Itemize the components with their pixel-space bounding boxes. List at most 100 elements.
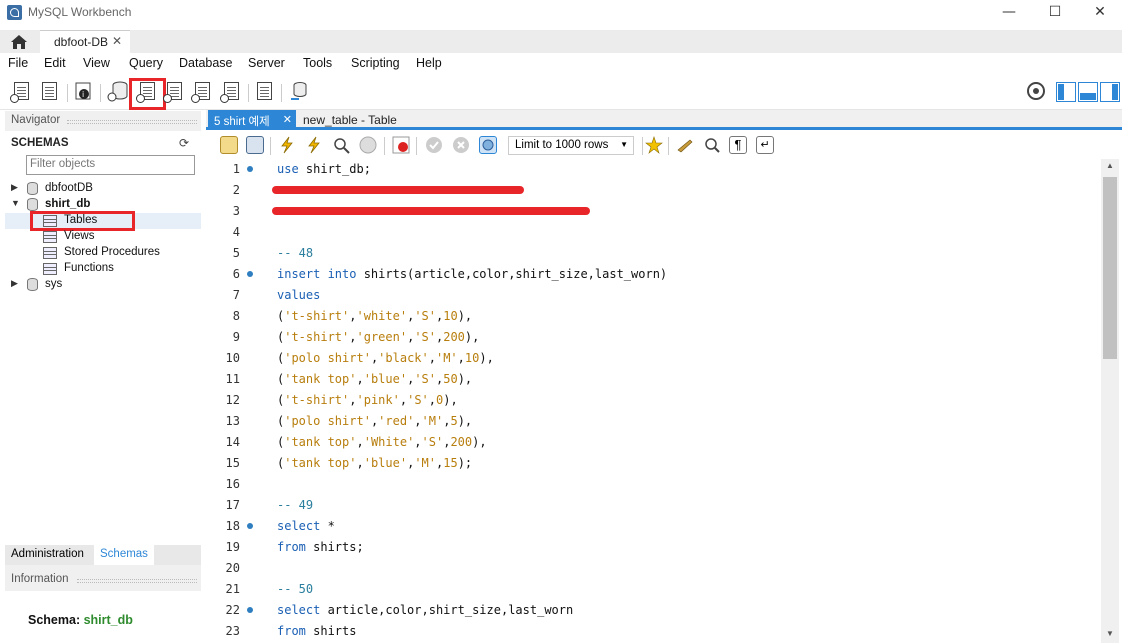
schema-label: dbfootDB xyxy=(45,182,93,194)
menu-query[interactable]: Query xyxy=(129,56,163,70)
toggle-sidebar-button[interactable] xyxy=(1056,82,1076,102)
search-table-data-button[interactable] xyxy=(253,79,277,103)
code-line[interactable]: 13 ('polo shirt','red','M',5), xyxy=(206,411,1101,432)
code-line[interactable]: 9 ('t-shirt','green','S',200), xyxy=(206,327,1101,348)
create-procedure-button[interactable] xyxy=(191,79,215,103)
stop-on-error-button[interactable] xyxy=(392,136,410,154)
preferences-button[interactable] xyxy=(1024,79,1048,103)
limit-rows-select[interactable]: Limit to 1000 rows ▼ xyxy=(508,136,634,155)
code-line[interactable]: 10 ('polo shirt','black','M',10), xyxy=(206,348,1101,369)
sql-number: 10 xyxy=(443,309,458,323)
reconnect-button[interactable] xyxy=(287,79,311,103)
invisible-chars-button[interactable]: ¶ xyxy=(729,136,747,154)
code-line[interactable]: 18 select * xyxy=(206,516,1101,537)
scrollbar-thumb[interactable] xyxy=(1103,177,1117,359)
scroll-up-icon[interactable]: ▲ xyxy=(1101,161,1119,175)
expand-arrow-icon[interactable]: ▶ xyxy=(11,182,18,193)
code-punct: ), xyxy=(479,351,494,365)
code-line[interactable]: 20 xyxy=(206,558,1101,579)
menu-help[interactable]: Help xyxy=(416,56,442,70)
code-line[interactable]: 22 select article,color,shirt_size,last_w… xyxy=(206,600,1101,621)
explain-button[interactable] xyxy=(332,136,350,154)
schema-sys[interactable]: ▶ sys xyxy=(5,277,201,293)
save-icon[interactable] xyxy=(246,136,264,154)
autocommit-toggle[interactable] xyxy=(479,136,497,154)
schema-info: Schema: shirt_db xyxy=(28,613,133,627)
code-line[interactable]: 11 ('tank top','blue','S',50), xyxy=(206,369,1101,390)
line-number: 12 xyxy=(225,393,240,407)
code-line[interactable]: 23 from shirts xyxy=(206,621,1101,642)
code-line[interactable]: 15 ('tank top','blue','M',15); xyxy=(206,453,1101,474)
close-tab-icon[interactable]: ✕ xyxy=(283,113,292,126)
code-line[interactable]: 12 ('t-shirt','pink','S',0), xyxy=(206,390,1101,411)
code-line[interactable]: 16 xyxy=(206,474,1101,495)
menu-edit[interactable]: Edit xyxy=(44,56,66,70)
editor-scrollbar[interactable]: ▲ ▼ xyxy=(1101,159,1119,643)
tab-schemas[interactable]: Schemas xyxy=(94,545,154,565)
inspector-button[interactable]: i xyxy=(72,79,96,103)
refresh-icon[interactable]: ⟳ xyxy=(179,136,189,150)
code-line[interactable]: 21 -- 50 xyxy=(206,579,1101,600)
code-line[interactable]: 6 insert into shirts(article,color,shirt_… xyxy=(206,264,1101,285)
create-view-button[interactable] xyxy=(163,79,187,103)
tree-item-functions[interactable]: Functions xyxy=(5,261,201,277)
stop-button[interactable] xyxy=(359,136,377,154)
menu-database[interactable]: Database xyxy=(179,56,233,70)
code-line[interactable]: 4 xyxy=(206,222,1101,243)
tab-shirt-script[interactable]: 5 shirt 예제 ✕ xyxy=(208,110,296,128)
menu-tools[interactable]: Tools xyxy=(303,56,332,70)
sql-comment: -- 50 xyxy=(277,582,314,596)
toggle-output-button[interactable] xyxy=(1078,82,1098,102)
code-line[interactable]: 5 -- 48 xyxy=(206,243,1101,264)
line-number: 4 xyxy=(232,225,240,239)
beautify-button[interactable] xyxy=(676,136,694,154)
add-snippet-button[interactable] xyxy=(645,136,663,154)
create-schema-button[interactable] xyxy=(106,79,130,103)
code-line[interactable]: 1 use shirt_db; xyxy=(206,159,1101,180)
close-window-button[interactable]: ✕ xyxy=(1077,0,1122,26)
maximize-button[interactable]: ☐ xyxy=(1032,0,1078,26)
open-sql-script-button[interactable] xyxy=(38,79,62,103)
code-punct: ), xyxy=(443,393,458,407)
code-line[interactable]: 19 from shirts; xyxy=(206,537,1101,558)
code-line[interactable]: 8 ('t-shirt','white','S',10), xyxy=(206,306,1101,327)
code-text: ('tank top','blue','M',15); xyxy=(277,456,473,470)
execute-current-button[interactable] xyxy=(305,136,323,154)
menu-file[interactable]: File xyxy=(8,56,28,70)
scroll-down-icon[interactable]: ▼ xyxy=(1101,629,1119,643)
tab-administration[interactable]: Administration xyxy=(5,545,90,565)
collapse-arrow-icon[interactable]: ▼ xyxy=(11,198,20,208)
code-punct: ); xyxy=(457,456,473,470)
find-button[interactable] xyxy=(703,136,721,154)
toggle-secondary-sidebar-button[interactable] xyxy=(1100,82,1120,102)
commit-button[interactable] xyxy=(425,136,443,154)
line-number: 20 xyxy=(225,561,240,575)
menu-server[interactable]: Server xyxy=(248,56,285,70)
schema-dbfootdb[interactable]: ▶ dbfootDB xyxy=(5,181,201,197)
code-line[interactable]: 17 -- 49 xyxy=(206,495,1101,516)
toolbar-separator xyxy=(668,137,669,155)
sql-editor[interactable]: 1 use shirt_db; 2 3 4 5 -- 48 6 insert into shir… xyxy=(206,159,1101,643)
close-tab-icon[interactable]: ✕ xyxy=(112,34,122,48)
connection-tab[interactable]: dbfoot-DB ✕ xyxy=(40,30,130,53)
expand-arrow-icon[interactable]: ▶ xyxy=(11,278,18,289)
wrap-lines-button[interactable]: ↵ xyxy=(756,136,774,154)
code-line[interactable]: 14 ('tank top','White','S',200), xyxy=(206,432,1101,453)
tree-item-stored-procedures[interactable]: Stored Procedures xyxy=(5,245,201,261)
execute-all-button[interactable] xyxy=(278,136,296,154)
minimize-button[interactable]: — xyxy=(986,0,1032,26)
home-button[interactable] xyxy=(0,30,38,53)
statement-marker-icon xyxy=(247,166,253,172)
new-sql-tab-button[interactable] xyxy=(10,79,34,103)
rollback-button[interactable] xyxy=(452,136,470,154)
tab-new-table[interactable]: new_table - Table xyxy=(303,110,397,128)
menu-scripting[interactable]: Scripting xyxy=(351,56,400,70)
sql-string: 't-shirt' xyxy=(284,309,350,323)
code-line[interactable]: 7 values xyxy=(206,285,1101,306)
menu-view[interactable]: View xyxy=(83,56,110,70)
line-number: 8 xyxy=(232,309,240,323)
tree-item-views[interactable]: Views xyxy=(5,229,201,245)
filter-objects-input[interactable]: Filter objects xyxy=(26,155,195,175)
open-file-icon[interactable] xyxy=(220,136,238,154)
create-function-button[interactable] xyxy=(220,79,244,103)
